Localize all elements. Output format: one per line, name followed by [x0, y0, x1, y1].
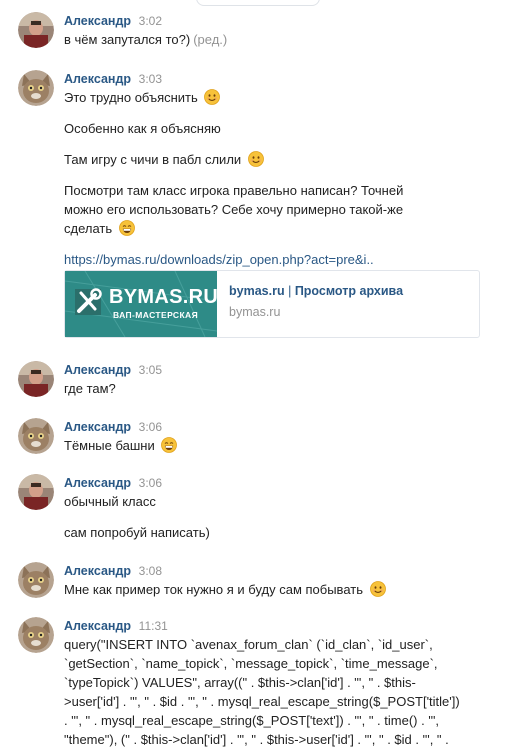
message-link-line: https://bymas.ru/downloads/zip_open.php?…: [64, 250, 498, 269]
message-time[interactable]: 3:08: [139, 564, 162, 578]
author-name[interactable]: Александр: [64, 564, 131, 578]
message-content: Александр 11:31 query("INSERT INTO `aven…: [64, 617, 498, 749]
link-preview-domain: bymas.ru: [229, 305, 281, 319]
message-time[interactable]: 3:06: [139, 476, 162, 490]
message-time[interactable]: 3:02: [139, 14, 162, 28]
grin-emoji-icon: [118, 220, 135, 236]
message-item: Александр 3:08 Мне как пример ток нужно …: [18, 562, 498, 598]
code-line: `getSection`, `name_topick`, `message_to…: [64, 656, 438, 671]
avatar[interactable]: [18, 12, 54, 48]
edited-label[interactable]: (ред.): [193, 32, 227, 47]
message-text: Посмотри там класс игрока правельно напи…: [64, 183, 404, 198]
avatar[interactable]: [18, 361, 54, 397]
grin-emoji-icon: [161, 437, 178, 453]
message-time[interactable]: 3:06: [139, 420, 162, 434]
message-content: Александр 3:06 обычный класс сам попробу…: [64, 474, 498, 542]
message-text: обычный класс: [64, 494, 156, 509]
message-text: Это трудно объяснить: [64, 88, 498, 107]
author-name[interactable]: Александр: [64, 363, 131, 377]
author-name[interactable]: Александр: [64, 14, 131, 28]
smile-emoji-icon: [369, 581, 386, 597]
code-line: >user['id'] . "', " . $id . "', " . mysq…: [64, 694, 460, 709]
message-item: Александр 3:02 в чём запутался то?) (ред.…: [18, 12, 498, 48]
message-content: Александр 3:08 Мне как пример ток нужно …: [64, 562, 498, 599]
message-time[interactable]: 11:31: [139, 619, 168, 633]
message-text: можно его использовать? Себе хочу пример…: [64, 202, 404, 217]
message-content: Александр 3:05 где там?: [64, 361, 498, 398]
logo-subtext: ВАП-МАСТЕРСКАЯ: [113, 310, 199, 320]
message-item: Александр 11:31 query("INSERT INTO `aven…: [18, 617, 498, 747]
message-text: Там игру с чичи в пабл слили: [64, 150, 498, 169]
wrench-icon: [75, 288, 102, 315]
message-text: сам попробуй написать): [64, 525, 210, 540]
message-text: Особенно как я объясняю: [64, 121, 221, 136]
code-line: query("INSERT INTO `avenax_forum_clan` (…: [64, 637, 433, 652]
author-name[interactable]: Александр: [64, 420, 131, 434]
message-content: Александр 3:06 Тёмные башни: [64, 418, 498, 455]
message-text: Мне как пример ток нужно я и буду сам по…: [64, 580, 498, 599]
avatar[interactable]: [18, 617, 54, 653]
author-name[interactable]: Александр: [64, 619, 131, 633]
message-content: Александр 3:02 в чём запутался то?) (ред.…: [64, 12, 498, 49]
message-time[interactable]: 3:03: [139, 72, 162, 86]
message-text: в чём запутался то?) (ред.): [64, 32, 228, 47]
link-preview-image[interactable]: BYMAS.RU ВАП-МАСТЕРСКАЯ: [65, 271, 217, 337]
message-text: Тёмные башни: [64, 436, 498, 455]
message-item: Александр 3:06 Тёмные башни: [18, 418, 498, 454]
message-item: Александр 3:05 где там?: [18, 361, 498, 397]
smile-emoji-icon: [204, 89, 221, 105]
link-preview-card[interactable]: BYMAS.RU ВАП-МАСТЕРСКАЯ bymas.ru | Просм…: [64, 270, 480, 338]
message-text: где там?: [64, 381, 116, 396]
message-text: сделать: [64, 219, 498, 238]
code-line: "theme"), (" . $this->clan['id'] . "', "…: [64, 732, 449, 747]
avatar[interactable]: [18, 562, 54, 598]
avatar[interactable]: [18, 70, 54, 106]
logo-text: BYMAS.RU: [109, 286, 217, 308]
avatar[interactable]: [18, 474, 54, 510]
avatar[interactable]: [18, 418, 54, 454]
code-line: . "', " . mysql_real_escape_string($_POS…: [64, 713, 440, 728]
message-item: Александр 3:06 обычный класс сам попробу…: [18, 474, 498, 544]
author-name[interactable]: Александр: [64, 476, 131, 490]
top-floating-pill: [196, 0, 320, 6]
code-line: `typeTopick`) VALUES", array((" . $this-…: [64, 675, 416, 690]
message-content: Александр 3:03 Это трудно объяснить Особ…: [64, 70, 498, 269]
link-preview-title[interactable]: bymas.ru | Просмотр архива: [229, 284, 403, 298]
smile-emoji-icon: [247, 151, 264, 167]
message-link[interactable]: https://bymas.ru/downloads/zip_open.php?…: [64, 252, 374, 267]
message-item: Александр 3:03 Это трудно объяснить Особ…: [18, 70, 498, 340]
author-name[interactable]: Александр: [64, 72, 131, 86]
message-time[interactable]: 3:05: [139, 363, 162, 377]
